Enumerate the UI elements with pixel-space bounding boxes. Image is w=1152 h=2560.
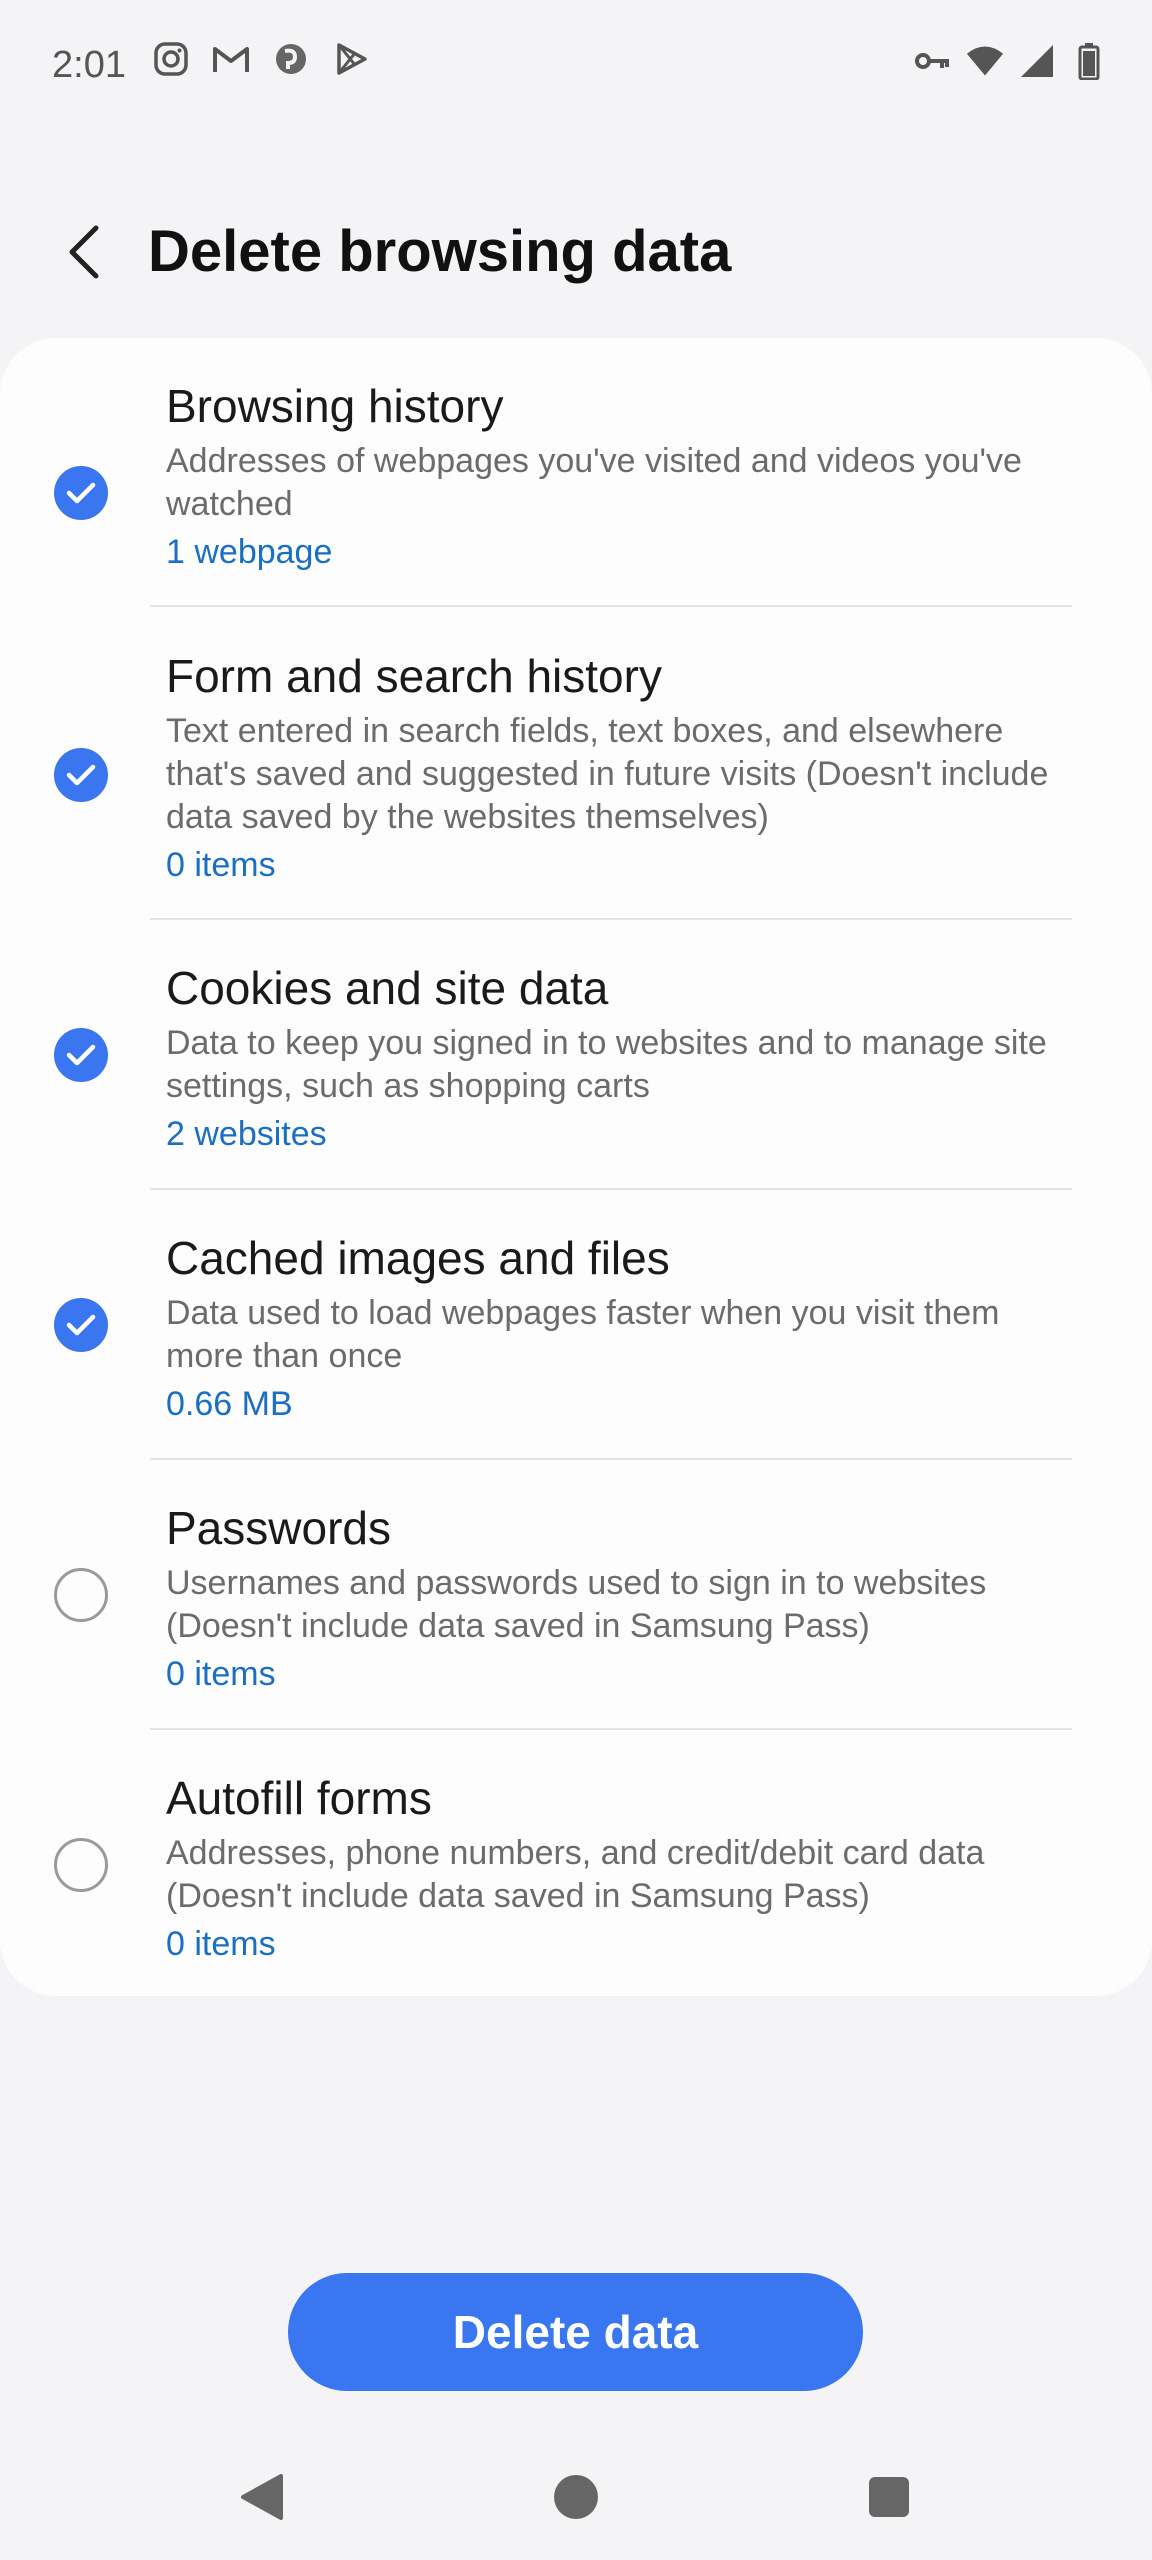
option-count: 1 webpage (166, 533, 333, 571)
nav-home-button[interactable] (541, 2462, 611, 2532)
checkbox-checked[interactable] (54, 748, 108, 802)
status-bar: 2:01 (0, 0, 1152, 130)
option-form-search-history[interactable]: Form and search history Text entered in … (0, 648, 1152, 918)
nav-recents-button[interactable] (854, 2462, 924, 2532)
checkbox-checked[interactable] (54, 1028, 108, 1082)
divider (150, 1188, 1072, 1190)
checkbox-unchecked[interactable] (54, 1838, 108, 1892)
status-time: 2:01 (52, 44, 126, 86)
home-circle-icon (554, 2475, 598, 2519)
browsing-data-options: Browsing history Addresses of webpages y… (0, 338, 1152, 1996)
divider (150, 918, 1072, 920)
option-title: Cached images and files (166, 1232, 670, 1284)
option-autofill-forms[interactable]: Autofill forms Addresses, phone numbers,… (0, 1770, 1152, 1990)
checkmark-icon (66, 1044, 96, 1066)
option-passwords[interactable]: Passwords Usernames and passwords used t… (0, 1500, 1152, 1720)
system-nav-bar (0, 2440, 1152, 2560)
vpn-key-icon (914, 42, 952, 80)
option-title: Form and search history (166, 650, 662, 702)
checkmark-icon (66, 482, 96, 504)
checkbox-unchecked[interactable] (54, 1568, 108, 1622)
checkbox-checked[interactable] (54, 1298, 108, 1352)
option-count: 0 items (166, 846, 276, 884)
instagram-icon (152, 40, 190, 78)
divider (150, 605, 1072, 607)
signal-icon (1018, 42, 1056, 80)
option-title: Cookies and site data (166, 962, 609, 1014)
option-title: Autofill forms (166, 1772, 432, 1824)
option-title: Passwords (166, 1502, 391, 1554)
chevron-left-icon (69, 225, 99, 279)
divider (150, 1458, 1072, 1460)
checkmark-icon (66, 764, 96, 786)
wifi-icon (966, 42, 1004, 80)
play-store-icon (332, 40, 370, 78)
back-button[interactable] (52, 220, 116, 284)
option-description: Data used to load webpages faster when y… (166, 1294, 1000, 1375)
page-title: Delete browsing data (148, 219, 732, 284)
option-count: 0.66 MB (166, 1385, 293, 1423)
option-count: 0 items (166, 1925, 276, 1963)
option-count: 0 items (166, 1655, 276, 1693)
option-browsing-history[interactable]: Browsing history Addresses of webpages y… (0, 378, 1152, 590)
option-count: 2 websites (166, 1115, 327, 1153)
option-description: Text entered in search fields, text boxe… (166, 712, 1049, 836)
back-triangle-icon (241, 2474, 283, 2520)
gmail-icon (212, 40, 250, 78)
battery-icon (1070, 42, 1108, 80)
checkmark-icon (66, 1314, 96, 1336)
recents-square-icon (869, 2477, 909, 2517)
app-icon (272, 40, 310, 78)
divider (150, 1728, 1072, 1730)
option-cached-images-files[interactable]: Cached images and files Data used to loa… (0, 1230, 1152, 1450)
option-cookies-site-data[interactable]: Cookies and site data Data to keep you s… (0, 960, 1152, 1180)
option-description: Usernames and passwords used to sign in … (166, 1564, 987, 1645)
option-title: Browsing history (166, 380, 504, 432)
option-description: Addresses, phone numbers, and credit/deb… (166, 1834, 985, 1915)
app-header: Delete browsing data (0, 200, 1152, 310)
checkbox-checked[interactable] (54, 466, 108, 520)
delete-data-button[interactable]: Delete data (288, 2273, 863, 2391)
option-description: Data to keep you signed in to websites a… (166, 1024, 1047, 1105)
nav-back-button[interactable] (226, 2462, 296, 2532)
option-description: Addresses of webpages you've visited and… (166, 442, 1022, 523)
